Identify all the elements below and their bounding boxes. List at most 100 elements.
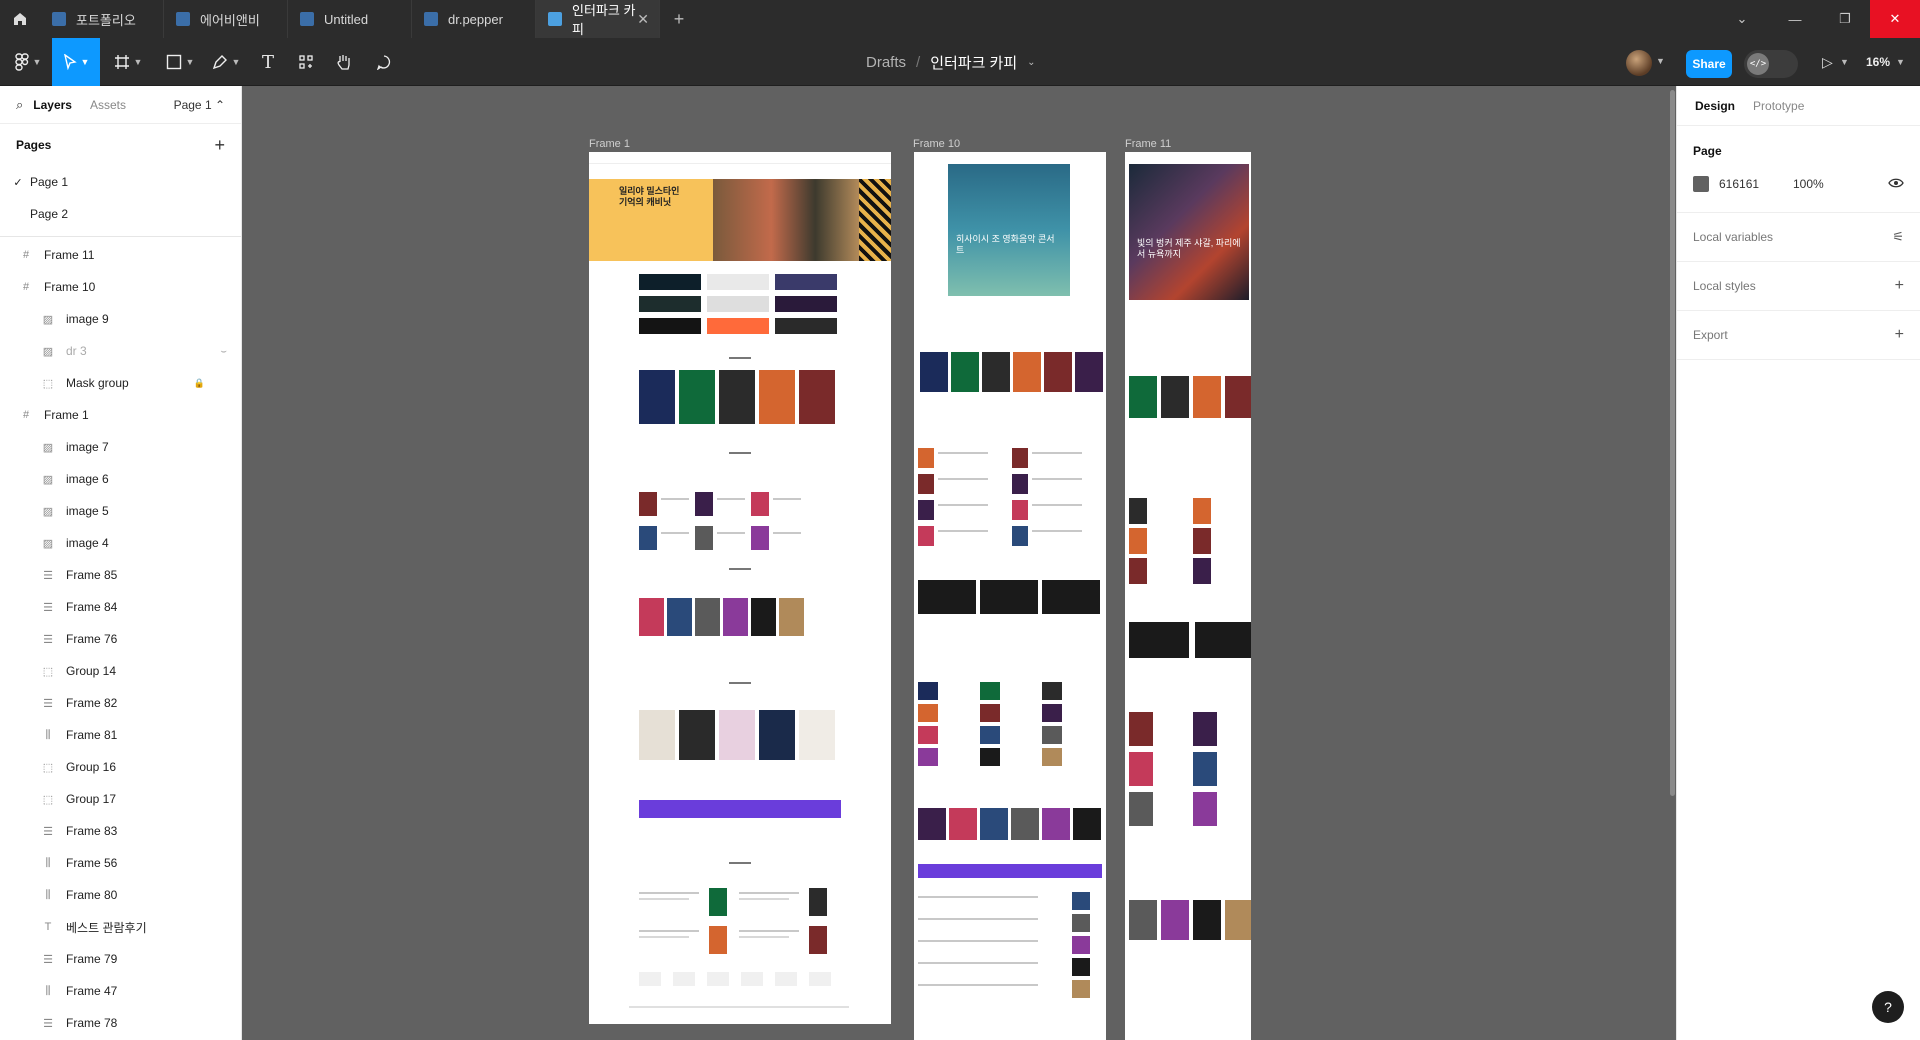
maximize-button[interactable]: ❐ (1820, 0, 1870, 38)
layer-item[interactable]: ▨ image 5 (0, 495, 241, 527)
layer-item[interactable]: # Frame 1 (0, 399, 241, 431)
dev-mode-toggle[interactable]: </> (1744, 50, 1798, 78)
video-thumbnail (1042, 580, 1100, 614)
tab-assets[interactable]: Assets (90, 98, 126, 112)
tab-design[interactable]: Design (1695, 99, 1735, 113)
layer-item[interactable]: ⫼ Frame 80 (0, 879, 241, 911)
layer-item[interactable]: ▨ image 7 (0, 431, 241, 463)
resources-tool[interactable] (290, 38, 322, 86)
page-color-swatch[interactable] (1693, 176, 1709, 192)
text-line (918, 984, 1038, 986)
new-tab-button[interactable]: + (660, 0, 698, 38)
layer-item[interactable]: ▨ image 9 (0, 303, 241, 335)
purple-banner (918, 864, 1102, 878)
close-tab-icon[interactable]: ✕ (637, 11, 649, 28)
frame-1[interactable]: 일리야 밀스타인 기억의 캐비닛 (589, 152, 891, 1024)
tab-portfolio[interactable]: 포트폴리오 (40, 0, 164, 38)
shape-tool[interactable]: ▼ (160, 38, 200, 86)
breadcrumb-drafts[interactable]: Drafts (866, 54, 906, 71)
chevron-down-icon[interactable]: ▼ (1896, 57, 1905, 67)
text-line (938, 452, 988, 454)
layer-item[interactable]: ⫼ Frame 47 (0, 975, 241, 1007)
autolayout-vertical-icon: ☰ (43, 1017, 53, 1030)
tab-untitled[interactable]: Untitled (288, 0, 412, 38)
tab-interpark-copy[interactable]: 인터파크 카피 ✕ (536, 0, 660, 38)
layer-item[interactable]: ☰ Frame 84 (0, 591, 241, 623)
main-menu-button[interactable]: ▼ (8, 38, 48, 86)
layer-item[interactable]: ☰ Frame 85 (0, 559, 241, 591)
layer-item[interactable]: ☰ Frame 82 (0, 687, 241, 719)
layer-item[interactable]: ☰ Frame 79 (0, 943, 241, 975)
share-button[interactable]: Share (1686, 50, 1732, 78)
local-styles-row[interactable]: Local styles + (1677, 262, 1920, 311)
chevron-down-icon[interactable]: ▼ (1840, 57, 1849, 67)
chevron-down-icon[interactable]: ▼ (1656, 56, 1665, 66)
review-thumbnail (1072, 892, 1090, 910)
text-line (639, 892, 699, 894)
frame-10[interactable]: 히사이시 조 영화음악 콘서트 (914, 152, 1106, 1040)
tab-airbnb[interactable]: 에어비앤비 (164, 0, 288, 38)
page-item[interactable]: ✓ Page 1 (0, 166, 241, 198)
eye-icon[interactable] (1888, 177, 1904, 192)
add-style-icon[interactable]: + (1895, 277, 1904, 295)
tab-prototype[interactable]: Prototype (1753, 99, 1804, 113)
layer-item[interactable]: # Frame 10 (0, 271, 241, 303)
chevron-down-icon[interactable]: ⌄ (1027, 57, 1035, 68)
comment-tool[interactable] (368, 38, 400, 86)
tab-layers[interactable]: Layers (33, 98, 72, 112)
page-selector[interactable]: Page 1 ⌃ (174, 98, 225, 112)
tab-list-button[interactable]: ⌄ (1714, 0, 1770, 38)
pen-tool[interactable]: ▼ (206, 38, 246, 86)
page-fill-row[interactable]: 616161 100% (1677, 166, 1920, 202)
search-icon[interactable]: ⌕ (16, 97, 23, 113)
add-page-icon[interactable]: + (214, 135, 225, 156)
frame-label[interactable]: Frame 1 (589, 138, 630, 150)
layer-item[interactable]: ⬚ Group 14 (0, 655, 241, 687)
hidden-eye-icon[interactable]: ⌣ (220, 346, 227, 357)
tab-drpepper[interactable]: dr.pepper (412, 0, 536, 38)
figma-logo-icon (14, 53, 29, 71)
close-window-button[interactable]: ✕ (1870, 0, 1920, 38)
page-item[interactable]: Page 2 (0, 198, 241, 230)
home-button[interactable] (0, 0, 40, 38)
layer-item[interactable]: ▨ image 6 (0, 463, 241, 495)
variables-icon[interactable]: ⚟ (1892, 229, 1904, 245)
page-opacity[interactable]: 100% (1793, 177, 1824, 191)
frame-tool[interactable]: ▼ (108, 38, 148, 86)
minimize-button[interactable]: — (1770, 0, 1820, 38)
layer-item[interactable]: T 베스트 관람후기 (0, 911, 241, 943)
export-row[interactable]: Export + (1677, 311, 1920, 360)
layer-item[interactable]: ⫼ Frame 81 (0, 719, 241, 751)
autolayout-horizontal-icon: ⫼ (45, 888, 51, 901)
local-styles-label: Local styles (1693, 279, 1756, 293)
layer-item[interactable]: ⫼ Frame 56 (0, 847, 241, 879)
hand-tool[interactable] (328, 38, 360, 86)
layer-item[interactable]: # Frame 11 (0, 239, 241, 271)
frame-11[interactable]: 빛의 벙커 제주 샤갈, 파리에서 뉴욕까지 (1125, 152, 1251, 1040)
layer-item[interactable]: ▨ dr 3 ⌣ (0, 335, 241, 367)
move-tool[interactable]: ▼ (52, 38, 100, 86)
lock-icon[interactable]: 🔒 (194, 378, 205, 389)
layer-item[interactable]: ☰ Frame 76 (0, 623, 241, 655)
text-tool[interactable]: T (252, 38, 284, 86)
zoom-level[interactable]: 16% (1866, 55, 1890, 69)
layer-item[interactable]: ▨ image 4 (0, 527, 241, 559)
review-thumbnail (1072, 914, 1090, 932)
avatar[interactable] (1626, 50, 1652, 76)
help-button[interactable]: ? (1872, 991, 1904, 1023)
layer-item[interactable]: ☰ Frame 78 (0, 1007, 241, 1039)
layer-item[interactable]: ☰ Frame 83 (0, 815, 241, 847)
layer-item[interactable]: ⬚ Group 17 (0, 783, 241, 815)
frame-label[interactable]: Frame 10 (913, 138, 960, 150)
layer-item[interactable]: ⬚ Group 16 (0, 751, 241, 783)
file-name[interactable]: 인터파크 카피 (930, 52, 1017, 73)
canvas-scrollbar[interactable] (1670, 90, 1675, 796)
local-variables-row[interactable]: Local variables ⚟ (1677, 213, 1920, 262)
page-color-hex[interactable]: 616161 (1719, 177, 1759, 191)
group-icon: ⬚ (42, 377, 54, 390)
present-icon[interactable]: ▷ (1822, 54, 1833, 71)
layer-item[interactable]: ⬚ Mask group 🔒 (0, 367, 241, 399)
add-export-icon[interactable]: + (1895, 326, 1904, 344)
canvas[interactable]: Frame 1 Frame 10 Frame 11 일리야 밀스타인 기억의 캐… (242, 86, 1676, 1040)
frame-label[interactable]: Frame 11 (1125, 138, 1171, 150)
